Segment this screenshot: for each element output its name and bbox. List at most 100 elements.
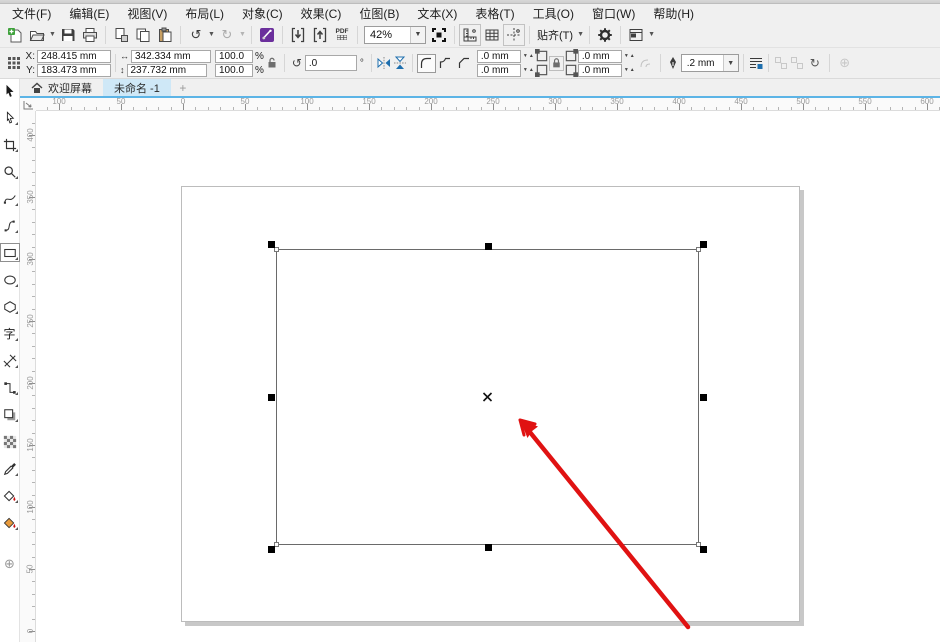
selection-handle-ne[interactable] — [700, 241, 707, 248]
workspace-launcher-button[interactable] — [625, 24, 647, 46]
snap-to-dropdown[interactable]: ▼ — [576, 31, 585, 38]
undo-dropdown[interactable]: ▼ — [207, 31, 216, 38]
corner-radius-tl-input[interactable] — [477, 50, 521, 63]
save-button[interactable] — [57, 24, 79, 46]
rectangle-tool[interactable] — [1, 244, 19, 261]
export-button[interactable] — [309, 24, 331, 46]
publish-pdf-button[interactable]: PDF — [331, 24, 353, 46]
selection-handle-nw[interactable] — [268, 241, 275, 248]
cut-button[interactable] — [110, 24, 132, 46]
open-dropdown[interactable]: ▼ — [48, 31, 57, 38]
freehand-tool[interactable] — [1, 190, 19, 207]
scale-y-input[interactable] — [215, 64, 253, 77]
options-gear-button[interactable] — [594, 24, 616, 46]
crop-tool[interactable] — [1, 136, 19, 153]
show-rulers-button[interactable] — [459, 24, 481, 46]
vertical-ruler[interactable]: 400350300250200150100500 — [20, 111, 36, 642]
object-width-input[interactable] — [131, 50, 211, 63]
selection-handle-w[interactable] — [268, 394, 275, 401]
selected-rectangle[interactable] — [276, 249, 699, 545]
interactive-fill-tool[interactable] — [1, 487, 19, 504]
snap-to-label[interactable]: 贴齐(T) — [534, 27, 576, 43]
open-button[interactable] — [26, 24, 48, 46]
drop-shadow-tool[interactable] — [1, 406, 19, 423]
round-corner-button[interactable] — [417, 54, 436, 73]
redo-button[interactable]: ↻ — [216, 24, 238, 46]
menu-item-11[interactable]: 窗口(W) — [583, 4, 644, 23]
connector-tool[interactable] — [1, 379, 19, 396]
selection-handle-se[interactable] — [700, 546, 707, 553]
fillet-chamfer-icon[interactable] — [636, 55, 656, 71]
mirror-horizontal-icon[interactable] — [376, 55, 392, 71]
bspline-tool[interactable] — [1, 217, 19, 234]
zoom-tool[interactable] — [1, 163, 19, 180]
workspace-dropdown[interactable]: ▼ — [647, 31, 656, 38]
zoom-dropdown-arrow[interactable]: ▼ — [410, 27, 425, 43]
rotation-angle-input[interactable] — [305, 55, 357, 71]
smart-fill-tool[interactable] — [1, 514, 19, 531]
selection-handle-n[interactable] — [485, 243, 492, 250]
add-property-plus-icon[interactable]: ⊕ — [834, 55, 856, 71]
new-document-button[interactable] — [4, 24, 26, 46]
object-height-input[interactable] — [127, 64, 207, 77]
scale-x-input[interactable] — [215, 50, 253, 63]
selection-handle-e[interactable] — [700, 394, 707, 401]
outline-width-combobox[interactable]: .2 mm ▼ — [681, 54, 739, 72]
zoom-level-combobox[interactable]: 42% ▼ — [364, 26, 426, 44]
search-content-button[interactable] — [256, 24, 278, 46]
x-position-input[interactable] — [37, 50, 111, 63]
menu-item-10[interactable]: 工具(O) — [524, 4, 583, 23]
ungroup-objects-icon[interactable] — [789, 55, 805, 71]
menu-item-3[interactable]: 视图(V) — [118, 4, 176, 23]
lock-ratio-icon[interactable] — [264, 55, 280, 71]
corner-tr-spinner[interactable]: ▼▲ — [624, 54, 636, 59]
dimension-tool[interactable] — [1, 352, 19, 369]
redo-dropdown[interactable]: ▼ — [238, 31, 247, 38]
y-position-input[interactable] — [37, 64, 111, 77]
tab-untitled-document[interactable]: 未命名 -1 — [103, 79, 171, 96]
menu-item-12[interactable]: 帮助(H) — [644, 4, 703, 23]
convert-to-curves-icon[interactable]: ↻ — [805, 55, 825, 71]
group-objects-icon[interactable] — [773, 55, 789, 71]
corner-bl-spinner[interactable]: ▼▲ — [523, 68, 535, 73]
print-button[interactable] — [79, 24, 101, 46]
new-tab-button[interactable]: + — [171, 79, 195, 96]
menu-item-6[interactable]: 效果(C) — [292, 4, 351, 23]
paste-button[interactable] — [154, 24, 176, 46]
shape-tool[interactable] — [1, 109, 19, 126]
tab-welcome-screen[interactable]: 欢迎屏幕 — [20, 79, 103, 96]
menu-item-9[interactable]: 表格(T) — [466, 4, 523, 23]
menu-item-5[interactable]: 对象(C) — [233, 4, 292, 23]
menu-item-4[interactable]: 布局(L) — [176, 4, 233, 23]
outline-width-dropdown[interactable]: ▼ — [723, 55, 738, 71]
mirror-vertical-icon[interactable] — [392, 55, 408, 71]
show-guidelines-button[interactable] — [503, 24, 525, 46]
copy-button[interactable] — [132, 24, 154, 46]
ruler-origin-corner[interactable] — [20, 98, 36, 111]
horizontal-ruler[interactable]: 1005005010015020025030035040045050055060… — [36, 98, 940, 111]
lock-corners-icon[interactable] — [549, 56, 564, 71]
import-button[interactable] — [287, 24, 309, 46]
corner-radius-bl-input[interactable] — [477, 64, 521, 77]
wrap-text-icon[interactable] — [748, 55, 764, 71]
fullscreen-preview-button[interactable] — [428, 24, 450, 46]
chamfered-corner-button[interactable] — [455, 54, 474, 73]
polygon-tool[interactable] — [1, 298, 19, 315]
transparency-tool[interactable] — [1, 433, 19, 450]
canvas[interactable] — [36, 111, 940, 642]
eyedropper-tool[interactable] — [1, 460, 19, 477]
pick-tool[interactable] — [1, 82, 19, 99]
corner-radius-br-input[interactable] — [578, 64, 622, 77]
show-grid-button[interactable] — [481, 24, 503, 46]
menu-item-1[interactable]: 文件(F) — [3, 4, 60, 23]
customize-plus[interactable]: ⊕ — [1, 555, 19, 572]
menu-item-8[interactable]: 文本(X) — [408, 4, 466, 23]
scalloped-corner-button[interactable] — [436, 54, 455, 73]
selection-handle-sw[interactable] — [268, 546, 275, 553]
corner-tl-spinner[interactable]: ▼▲ — [523, 54, 535, 59]
text-tool[interactable]: 字 — [1, 325, 19, 342]
corner-br-spinner[interactable]: ▼▲ — [624, 68, 636, 73]
corner-radius-tr-input[interactable] — [578, 50, 622, 63]
selection-handle-s[interactable] — [485, 544, 492, 551]
ellipse-tool[interactable] — [1, 271, 19, 288]
